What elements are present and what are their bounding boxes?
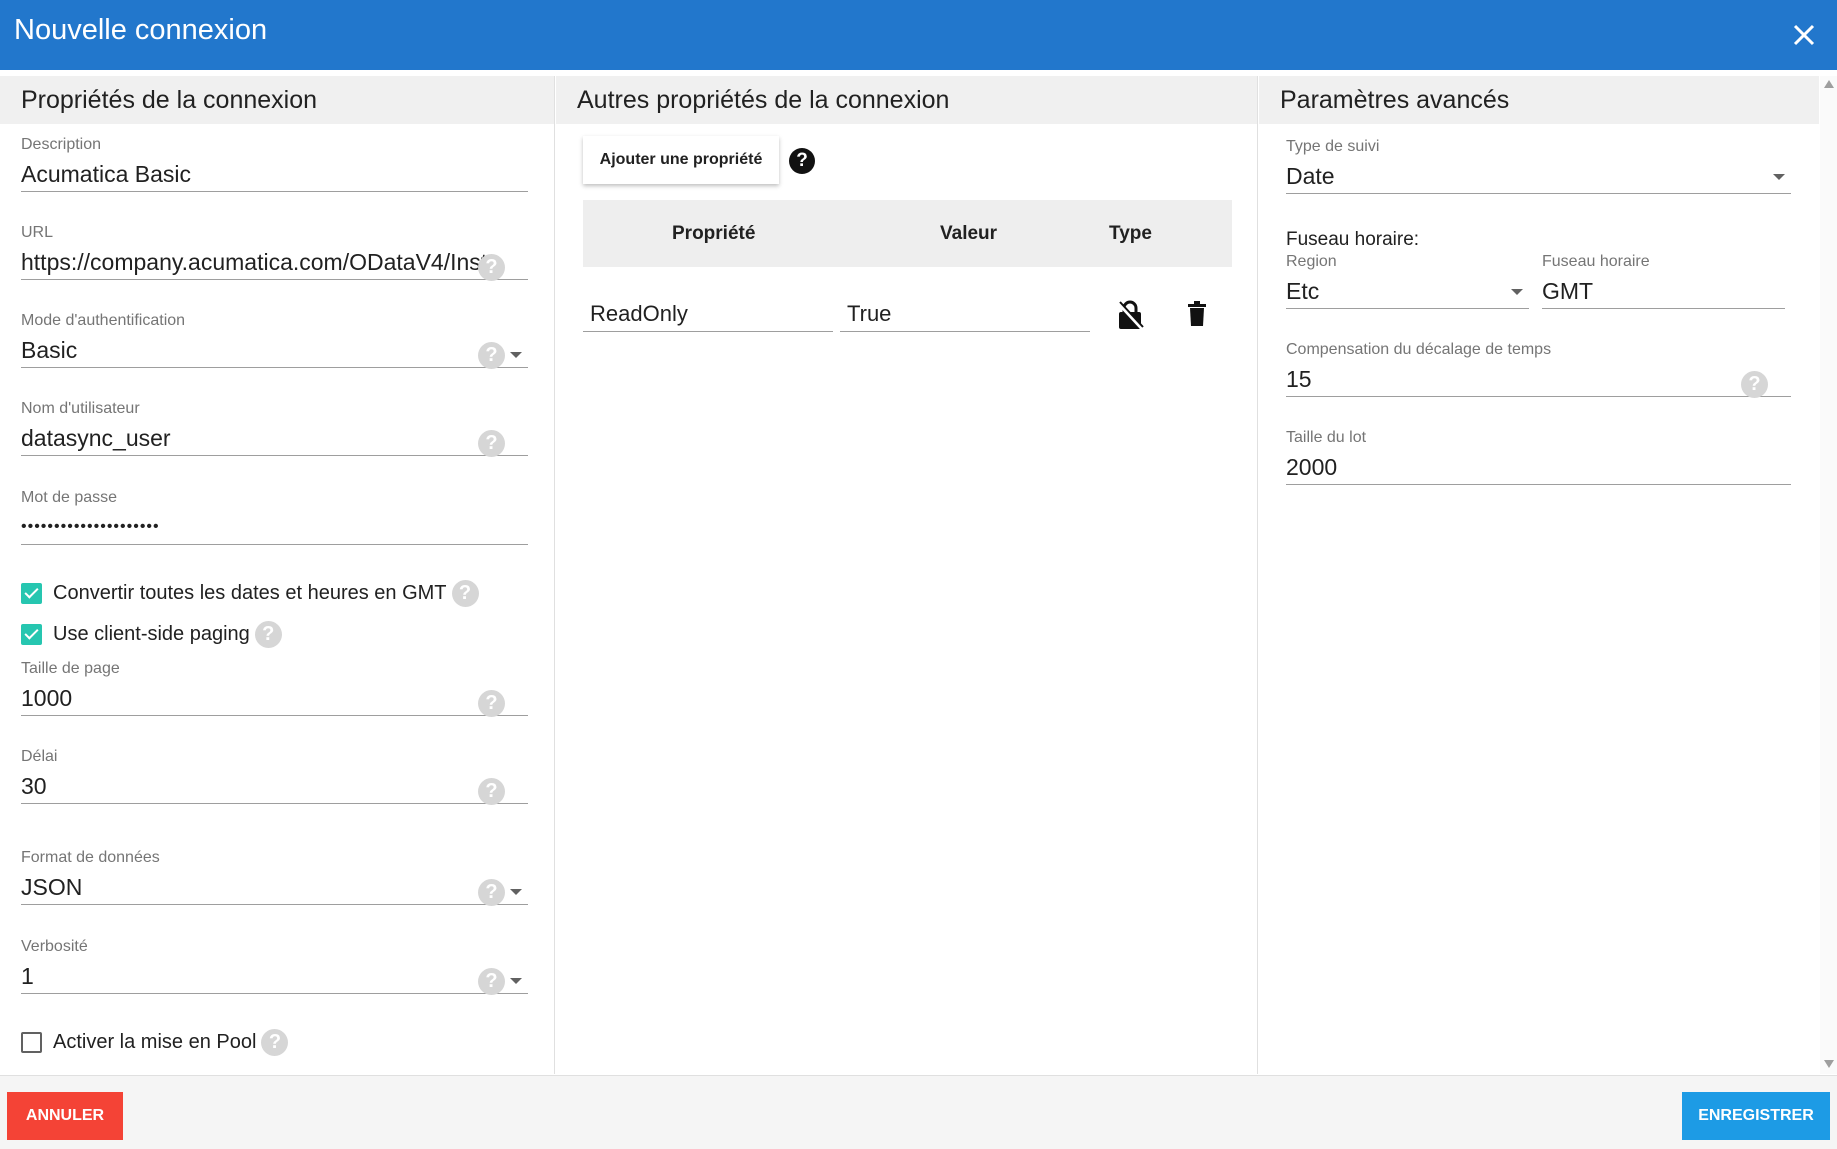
delay-field[interactable]: Délai 30 ? xyxy=(21,748,528,805)
pooling-checkbox-row[interactable]: Activer la mise en Pool ? xyxy=(21,1029,289,1056)
trash-icon[interactable] xyxy=(1187,301,1207,327)
tracking-type-value[interactable]: Date xyxy=(1286,158,1791,194)
help-icon[interactable]: ? xyxy=(478,879,505,906)
password-field[interactable]: Mot de passe ••••••••••••••••••••• xyxy=(21,489,528,545)
chevron-down-icon[interactable] xyxy=(1511,289,1523,295)
timezone-value[interactable]: GMT xyxy=(1542,273,1785,309)
time-offset-field[interactable]: Compensation du décalage de temps 15 ? xyxy=(1286,341,1791,398)
client-paging-checkbox-row[interactable]: Use client-side paging ? xyxy=(21,621,282,648)
convert-gmt-checkbox-row[interactable]: Convertir toutes les dates et heures en … xyxy=(21,580,479,607)
verbosity-label: Verbosité xyxy=(21,938,88,955)
region-label: Region xyxy=(1286,253,1337,270)
timezone-label: Fuseau horaire xyxy=(1542,253,1650,270)
batch-size-label: Taille du lot xyxy=(1286,429,1367,446)
region-value[interactable]: Etc xyxy=(1286,273,1529,309)
other-properties-heading: Autres propriétés de la connexion xyxy=(556,76,1257,124)
client-paging-checkbox[interactable] xyxy=(21,624,42,645)
chevron-down-icon[interactable] xyxy=(1773,174,1785,180)
help-icon[interactable]: ? xyxy=(478,342,505,369)
scroll-down-icon[interactable] xyxy=(1824,1060,1834,1068)
help-icon[interactable]: ? xyxy=(789,148,815,174)
tracking-type-label: Type de suivi xyxy=(1286,138,1380,155)
time-offset-input[interactable]: 15 xyxy=(1286,361,1791,397)
time-offset-label: Compensation du décalage de temps xyxy=(1286,341,1552,358)
scroll-up-icon[interactable] xyxy=(1824,80,1834,88)
region-select[interactable]: Region Etc xyxy=(1286,253,1529,309)
page-size-label: Taille de page xyxy=(21,660,120,677)
url-input[interactable]: https://company.acumatica.com/ODataV4/In… xyxy=(21,244,528,280)
description-field[interactable]: Description Acumatica Basic xyxy=(21,136,528,192)
data-format-select[interactable]: Format de données JSON ? xyxy=(21,849,528,906)
verbosity-value[interactable]: 1 xyxy=(21,958,528,994)
delay-label: Délai xyxy=(21,748,58,765)
column-header-value: Valeur xyxy=(940,223,998,244)
help-icon[interactable]: ? xyxy=(478,430,505,457)
data-format-value[interactable]: JSON xyxy=(21,869,528,905)
auth-mode-select[interactable]: Mode d'authentification Basic ? xyxy=(21,312,528,369)
dialog-title: Nouvelle connexion xyxy=(14,14,268,46)
password-label: Mot de passe xyxy=(21,489,118,506)
advanced-settings-panel: Paramètres avancés xyxy=(1259,76,1819,1074)
column-header-type: Type xyxy=(1109,223,1152,244)
help-icon[interactable]: ? xyxy=(1741,371,1768,398)
username-field[interactable]: Nom d'utilisateur datasync_user ? xyxy=(21,400,528,457)
username-input[interactable]: datasync_user xyxy=(21,420,528,456)
help-icon[interactable]: ? xyxy=(451,580,479,607)
save-button[interactable]: ENREGISTRER xyxy=(1682,1092,1830,1140)
delay-input[interactable]: 30 xyxy=(21,768,528,804)
chevron-down-icon[interactable] xyxy=(510,352,522,358)
dialog-titlebar: Nouvelle connexion xyxy=(0,0,1837,70)
help-icon[interactable]: ? xyxy=(254,621,282,648)
page-size-input[interactable]: 1000 xyxy=(21,680,528,716)
add-property-button[interactable]: Ajouter une propriété xyxy=(583,136,779,184)
password-input[interactable]: ••••••••••••••••••••• xyxy=(21,509,528,545)
auth-mode-label: Mode d'authentification xyxy=(21,312,186,329)
dialog-footer: ANNULER ENREGISTRER xyxy=(0,1075,1837,1149)
help-icon[interactable]: ? xyxy=(478,778,505,805)
url-field[interactable]: URL https://company.acumatica.com/ODataV… xyxy=(21,224,528,281)
data-format-label: Format de données xyxy=(21,849,160,866)
description-label: Description xyxy=(21,136,102,153)
column-header-property: Propriété xyxy=(672,223,756,244)
tracking-type-select[interactable]: Type de suivi Date xyxy=(1286,138,1791,194)
description-input[interactable]: Acumatica Basic xyxy=(21,156,528,192)
page-size-field[interactable]: Taille de page 1000 ? xyxy=(21,660,528,717)
url-label: URL xyxy=(21,224,54,241)
timezone-section-label: Fuseau horaire: xyxy=(1286,229,1420,250)
vertical-scrollbar[interactable] xyxy=(1820,76,1837,1074)
advanced-settings-heading: Paramètres avancés xyxy=(1259,76,1819,124)
batch-size-input[interactable]: 2000 xyxy=(1286,449,1791,485)
close-icon[interactable] xyxy=(1787,18,1821,52)
timezone-field[interactable]: Fuseau horaire GMT xyxy=(1542,253,1785,309)
chevron-down-icon[interactable] xyxy=(510,889,522,895)
auth-mode-value[interactable]: Basic xyxy=(21,332,528,368)
pooling-checkbox[interactable] xyxy=(21,1032,42,1053)
chevron-down-icon[interactable] xyxy=(510,978,522,984)
properties-table-header: Propriété Valeur Type xyxy=(583,200,1232,267)
batch-size-field[interactable]: Taille du lot 2000 xyxy=(1286,429,1791,485)
username-label: Nom d'utilisateur xyxy=(21,400,140,417)
convert-gmt-label: Convertir toutes les dates et heures en … xyxy=(53,582,447,604)
help-icon[interactable]: ? xyxy=(261,1029,289,1056)
pooling-label: Activer la mise en Pool xyxy=(53,1031,257,1053)
verbosity-select[interactable]: Verbosité 1 ? xyxy=(21,938,528,995)
convert-gmt-checkbox[interactable] xyxy=(21,583,42,604)
client-paging-label: Use client-side paging xyxy=(53,623,250,645)
property-name-input[interactable]: ReadOnly xyxy=(583,296,833,332)
property-value-input[interactable]: True xyxy=(840,296,1090,332)
cancel-button[interactable]: ANNULER xyxy=(7,1092,123,1140)
lock-icon[interactable] xyxy=(1116,299,1144,331)
help-icon[interactable]: ? xyxy=(478,968,505,995)
help-icon[interactable]: ? xyxy=(478,254,505,281)
help-icon[interactable]: ? xyxy=(478,690,505,717)
connection-properties-heading: Propriétés de la connexion xyxy=(0,76,554,124)
